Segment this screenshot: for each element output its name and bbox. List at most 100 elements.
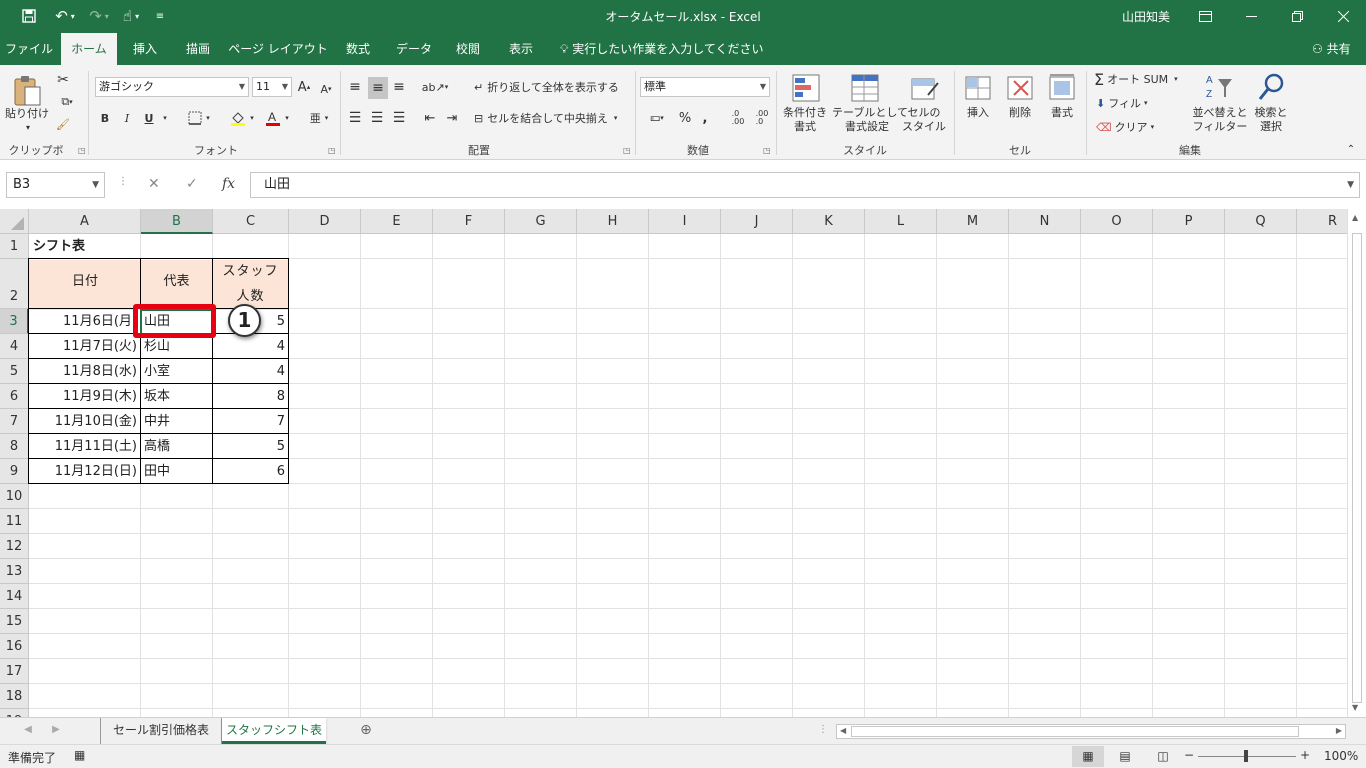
delete-cells-icon[interactable] (1006, 73, 1034, 103)
column-header-i[interactable]: I (649, 209, 721, 234)
phonetic-guide-icon[interactable]: 亜 ▾ (304, 108, 334, 128)
conditional-format-label-1[interactable]: 条件付き (778, 106, 832, 120)
date-cell[interactable]: 11月11日(土) (29, 434, 137, 459)
cell-styles-label-2[interactable]: スタイル (898, 120, 950, 134)
expand-formula-icon[interactable]: ▼ (1347, 173, 1354, 197)
rep-cell[interactable]: 坂本 (144, 384, 212, 409)
header-date-cell[interactable]: 日付 (29, 269, 141, 294)
column-header-e[interactable]: E (361, 209, 433, 234)
format-cells-label[interactable]: 書式 (1044, 106, 1080, 120)
date-cell[interactable]: 11月12日(日) (29, 459, 137, 484)
scroll-down-icon[interactable]: ▼ (1352, 703, 1358, 712)
column-header-o[interactable]: O (1081, 209, 1153, 234)
row-header-12[interactable]: 12 (0, 534, 29, 559)
header-rep-cell[interactable]: 代表 (141, 269, 212, 294)
date-cell[interactable]: 11月7日(火) (29, 334, 137, 359)
align-middle-icon[interactable]: ≡ (368, 77, 388, 99)
row-header-15[interactable]: 15 (0, 609, 29, 634)
font-size-combo[interactable]: 11 ▼ (252, 77, 292, 97)
column-header-k[interactable]: K (793, 209, 865, 234)
row-header-6[interactable]: 6 (0, 384, 29, 409)
row-header-1[interactable]: 1 (0, 234, 29, 259)
tell-me-box[interactable]: 💡︎ 実行したい作業を入力してください (560, 33, 764, 65)
rep-cell[interactable]: 中井 (144, 409, 212, 434)
staff-cell[interactable]: 7 (213, 409, 285, 434)
merge-center-button[interactable]: ⊟ セルを結合して中央揃え ▾ (474, 108, 630, 128)
redo-icon[interactable]: ↷ ▾ (86, 6, 112, 26)
row-header-9[interactable]: 9 (0, 459, 29, 484)
tab-file[interactable]: ファイル (0, 33, 58, 65)
column-header-r[interactable]: R (1297, 209, 1347, 234)
copy-icon[interactable]: ⧉ ▾ (54, 93, 80, 111)
insert-cells-label[interactable]: 挿入 (960, 106, 996, 120)
add-sheet-icon[interactable]: ⊕ (356, 718, 376, 744)
grow-font-icon[interactable]: A ▴ (296, 77, 312, 97)
paste-label[interactable]: 貼り付け (4, 107, 50, 121)
format-as-table-label-2[interactable]: 書式設定 (832, 120, 902, 134)
page-break-view-icon[interactable]: ◫ (1152, 746, 1174, 767)
column-header-n[interactable]: N (1009, 209, 1081, 234)
comma-style-icon[interactable]: , (698, 108, 712, 128)
zoom-slider[interactable] (1198, 750, 1296, 762)
ribbon-display-icon[interactable] (1182, 0, 1228, 33)
row-header-13[interactable]: 13 (0, 559, 29, 584)
horizontal-scrollbar[interactable]: ◀ ▶ (836, 724, 1346, 739)
find-select-label-2[interactable]: 選択 (1250, 120, 1292, 134)
tab-view[interactable]: 表示 (496, 33, 546, 65)
paste-icon[interactable] (12, 73, 42, 107)
column-header-d[interactable]: D (289, 209, 361, 234)
column-header-q[interactable]: Q (1225, 209, 1297, 234)
column-header-c[interactable]: C (213, 209, 289, 234)
rep-cell[interactable]: 高橋 (144, 434, 212, 459)
sort-filter-label-2[interactable]: フィルター (1190, 120, 1250, 134)
row-header-11[interactable]: 11 (0, 509, 29, 534)
format-painter-icon[interactable]: 🖌︎ (54, 115, 72, 133)
page-layout-view-icon[interactable]: ▤ (1114, 746, 1136, 767)
staff-cell[interactable]: 6 (213, 459, 285, 484)
column-header-p[interactable]: P (1153, 209, 1225, 234)
zoom-in-icon[interactable]: + (1300, 748, 1310, 762)
column-header-l[interactable]: L (865, 209, 937, 234)
macro-record-icon[interactable]: ▦ (74, 748, 85, 762)
minimize-icon[interactable] (1228, 0, 1274, 33)
collapse-ribbon-icon[interactable]: ⌃ (1344, 143, 1358, 155)
rep-cell[interactable]: 田中 (144, 459, 212, 484)
touch-mode-icon[interactable]: ☝ ▾ (116, 6, 146, 26)
format-as-table-icon[interactable] (850, 73, 880, 103)
row-header-10[interactable]: 10 (0, 484, 29, 509)
accounting-format-icon[interactable]: 💴︎ ▾ (641, 108, 673, 128)
column-header-b[interactable]: B (141, 209, 213, 234)
row-header-5[interactable]: 5 (0, 359, 29, 384)
row-header-7[interactable]: 7 (0, 409, 29, 434)
column-header-h[interactable]: H (577, 209, 649, 234)
number-launcher-icon[interactable]: ◳ (763, 146, 771, 155)
format-as-table-label-1[interactable]: テーブルとして (832, 106, 908, 120)
zoom-out-icon[interactable]: − (1184, 748, 1194, 762)
increase-indent-icon[interactable]: ⇥ (442, 108, 462, 128)
find-select-icon[interactable] (1256, 71, 1286, 103)
column-header-f[interactable]: F (433, 209, 505, 234)
restore-icon[interactable] (1274, 0, 1320, 33)
orientation-icon[interactable]: ab↗ ▾ (420, 77, 450, 97)
tab-data[interactable]: データ (386, 33, 442, 65)
confirm-entry-icon[interactable]: ✓ (186, 176, 198, 192)
insert-cells-icon[interactable] (964, 73, 992, 103)
column-header-g[interactable]: G (505, 209, 577, 234)
bold-button[interactable]: B (98, 108, 112, 128)
clear-button[interactable]: ⌫ クリア ▾ (1096, 117, 1156, 137)
staff-cell[interactable]: 4 (213, 334, 285, 359)
zoom-slider-thumb[interactable] (1244, 750, 1248, 762)
tab-insert[interactable]: 挿入 (120, 33, 170, 65)
sort-filter-label-1[interactable]: 並べ替えと (1190, 106, 1250, 120)
date-cell[interactable]: 11月6日(月) (29, 309, 137, 334)
find-select-label-1[interactable]: 検索と (1250, 106, 1292, 120)
column-header-a[interactable]: A (29, 209, 141, 234)
align-bottom-icon[interactable]: ≡ (390, 77, 408, 97)
column-header-j[interactable]: J (721, 209, 793, 234)
normal-view-icon[interactable]: ▦ (1072, 746, 1104, 767)
cut-icon[interactable]: ✂ (54, 71, 72, 89)
tab-page-layout[interactable]: ページ レイアウト (226, 33, 330, 65)
align-center-icon[interactable]: ☰ (368, 108, 386, 128)
fill-button[interactable]: ⬇ フィル ▾ (1096, 93, 1156, 113)
tab-split-grip-icon[interactable]: ⋮ (818, 718, 828, 744)
